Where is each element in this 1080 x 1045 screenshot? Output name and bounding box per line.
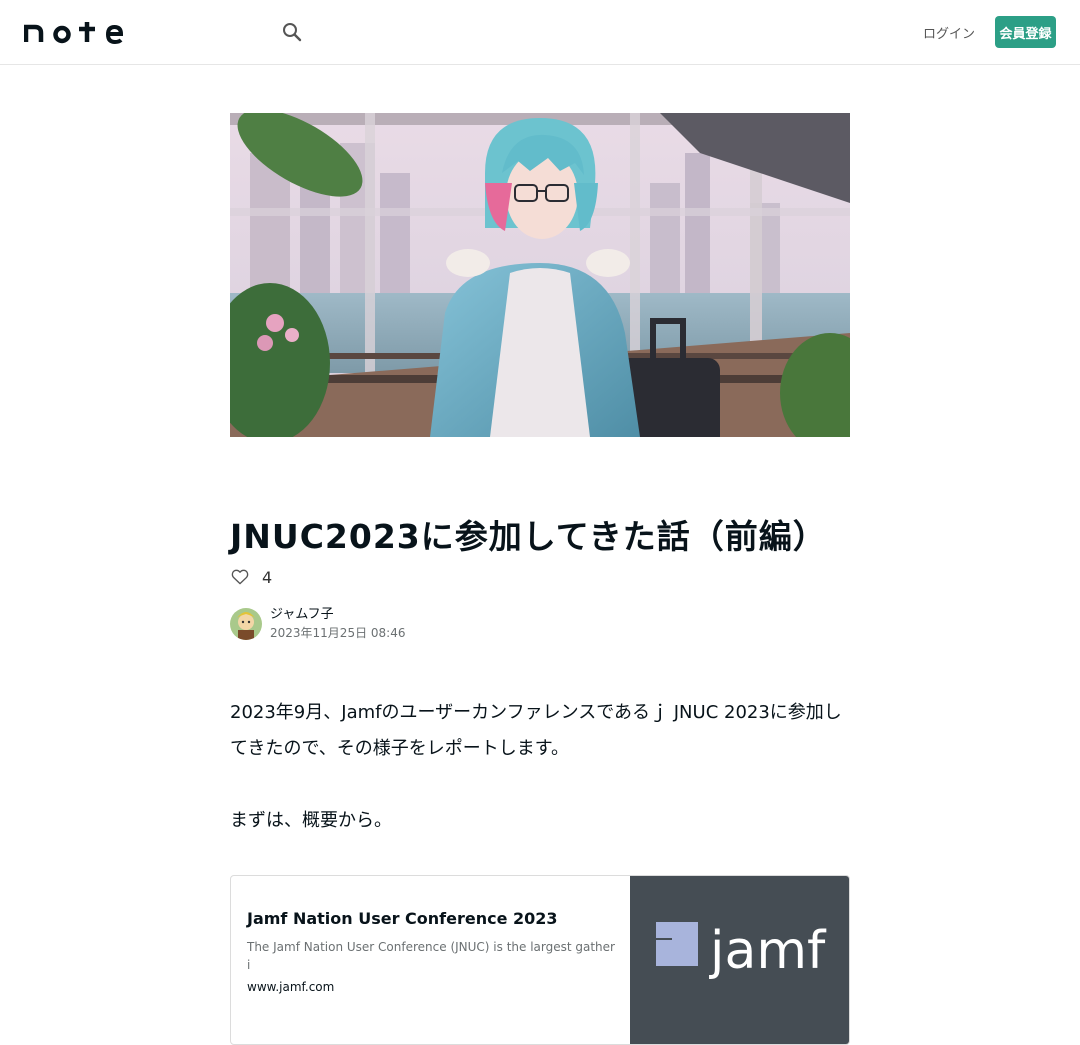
body-paragraph: 2023年9月、Jamfのユーザーカンファレンスであるｊ JNUC 2023に参… [230, 702, 842, 759]
link-card-title: Jamf Nation User Conference 2023 [247, 909, 558, 928]
jamf-logo-text: jamf [709, 921, 827, 981]
signup-button[interactable]: 会員登録 [995, 16, 1056, 48]
article-title: JNUC2023に参加してきた話（前編） [230, 517, 827, 556]
publish-date: 2023年11月25日 08:46 [270, 626, 406, 640]
hero-image [230, 113, 850, 437]
note-logo[interactable] [23, 20, 124, 45]
link-card-description: The Jamf Nation User Conference (JNUC) i… [247, 940, 615, 972]
jamf-logo-thumbnail: jamf [630, 876, 849, 1044]
search-button[interactable] [278, 18, 306, 46]
login-link[interactable]: ログイン [916, 16, 982, 48]
like-section: 4 [230, 566, 272, 588]
search-icon [283, 23, 302, 42]
link-card-domain: www.jamf.com [247, 980, 335, 994]
site-header: ログイン 会員登録 [0, 0, 1080, 65]
author-info: ジャムフ子 2023年11月25日 08:46 [230, 606, 405, 642]
author-name[interactable]: ジャムフ子 [270, 606, 405, 624]
heart-icon [231, 569, 249, 585]
like-count: 4 [262, 567, 273, 587]
link-card[interactable]: Jamf Nation User Conference 2023 The Jam… [230, 875, 850, 1045]
avatar[interactable] [230, 608, 262, 640]
like-button[interactable] [230, 567, 250, 587]
body-paragraph: まずは、概要から。 [230, 810, 392, 831]
